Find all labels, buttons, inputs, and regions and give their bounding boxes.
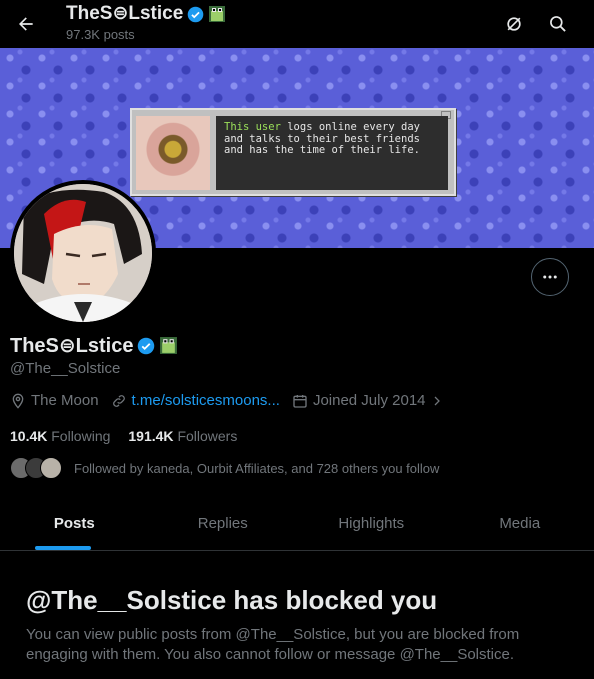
frog-emoji-icon	[209, 6, 226, 22]
profile-link[interactable]: t.me/solsticesmoons...	[111, 392, 280, 409]
grok-button[interactable]	[496, 6, 532, 42]
verified-badge-icon	[188, 6, 204, 22]
following-label: Following	[51, 428, 111, 444]
tab-media[interactable]: Media	[446, 500, 594, 550]
search-button[interactable]	[540, 6, 576, 42]
followers-count: 191.4K	[128, 428, 174, 444]
eye-image	[136, 116, 210, 190]
active-tab-indicator	[35, 546, 91, 550]
tab-highlights[interactable]: Highlights	[297, 500, 446, 550]
top-bar: TheS⊜Lstice 97.3K posts	[0, 0, 594, 48]
header-name-row: TheS⊜Lstice	[66, 3, 226, 25]
blocked-description: You can view public posts from @The__Sol…	[26, 626, 520, 663]
location: The Moon	[10, 392, 99, 409]
profile-avatar[interactable]	[10, 180, 156, 326]
joined-date[interactable]: Joined July 2014	[292, 392, 443, 409]
grok-icon	[507, 17, 521, 31]
location-text: The Moon	[31, 392, 99, 409]
joined-text: Joined July 2014	[312, 392, 426, 409]
profile-meta: The Moon t.me/solsticesmoons... Joined J…	[10, 392, 455, 409]
popup-text-highlight: This user	[224, 121, 281, 133]
back-arrow-icon	[19, 17, 33, 31]
following-link[interactable]: 10.4K Following	[10, 428, 110, 444]
header-title-block: TheS⊜Lstice 97.3K posts	[66, 3, 226, 42]
following-count: 10.4K	[10, 428, 48, 444]
tab-posts[interactable]: Posts	[0, 500, 149, 550]
back-button[interactable]	[8, 6, 44, 42]
header-name: TheS⊜Lstice	[66, 3, 184, 24]
chevron-right-icon	[434, 396, 440, 405]
avatar-illustration	[14, 184, 152, 322]
link-icon	[112, 394, 125, 407]
profile-link-text[interactable]: t.me/solsticesmoons...	[132, 392, 280, 409]
avatar	[40, 457, 62, 479]
popup-text: This user logs online every day and talk…	[216, 116, 448, 190]
more-icon	[543, 275, 557, 279]
more-options-button[interactable]	[531, 258, 569, 296]
followers-label: Followers	[177, 428, 238, 444]
profile-tabs: Posts Replies Highlights Media	[0, 500, 594, 551]
followed-by-text: Followed by kaneda, Ourbit Affiliates, a…	[74, 460, 440, 476]
followers-link[interactable]: 191.4K Followers	[128, 428, 237, 444]
frog-emoji-icon	[160, 337, 178, 354]
follow-counts: 10.4K Following 191.4K Followers	[10, 428, 237, 444]
followed-by[interactable]: Followed by kaneda, Ourbit Affiliates, a…	[10, 457, 439, 479]
location-icon	[12, 393, 24, 409]
calendar-icon	[293, 394, 307, 408]
profile-name-row: TheS⊜Lstice	[10, 333, 178, 358]
search-icon	[550, 16, 566, 32]
tab-replies[interactable]: Replies	[149, 500, 298, 550]
header-post-count: 97.3K posts	[66, 27, 135, 42]
profile-handle: @The__Solstice	[10, 360, 121, 377]
profile-name: TheS⊜Lstice	[10, 335, 134, 357]
blocked-title: @The__Solstice has blocked you	[26, 585, 438, 615]
banner-popup-window: This user logs online every day and talk…	[130, 108, 456, 196]
verified-badge-icon	[138, 337, 155, 354]
